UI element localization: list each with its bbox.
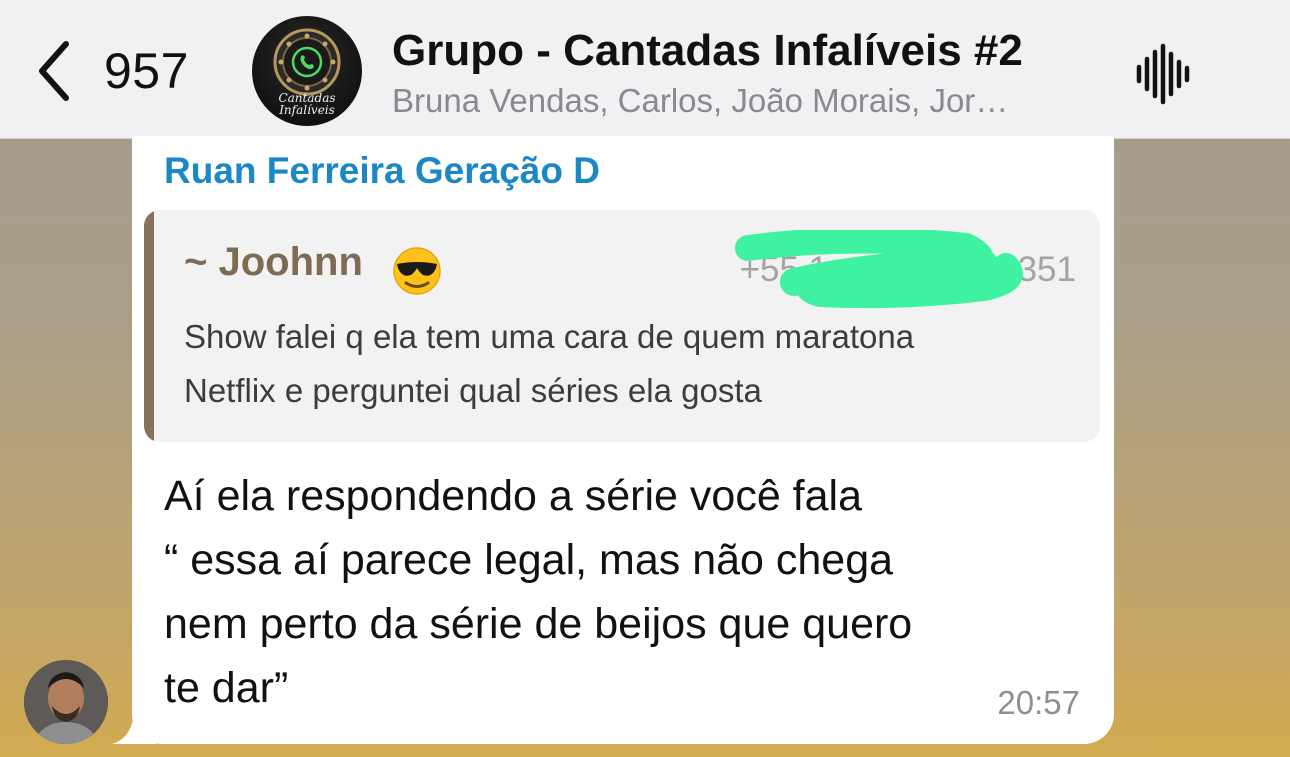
back-button[interactable]: 957 — [34, 36, 189, 106]
waveform-icon — [1136, 43, 1190, 105]
group-title[interactable]: Grupo - Cantadas Infalíveis #2 — [392, 26, 1023, 76]
quote-accent-bar — [144, 210, 154, 442]
sender-name[interactable]: Ruan Ferreira Geração D — [164, 150, 600, 192]
redaction-scribble — [735, 230, 1023, 309]
group-avatar[interactable]: Cantadas Infalíveis — [252, 16, 362, 126]
message-text: Aí ela respondendo a série você fala “ e… — [164, 472, 913, 712]
sunglasses-emoji-icon — [393, 247, 441, 295]
group-members-list[interactable]: Bruna Vendas, Carlos, João Morais, Jor… — [392, 82, 1092, 120]
chevron-left-icon — [39, 41, 69, 101]
person-photo-icon — [24, 660, 108, 744]
message-timestamp: 20:57 — [997, 684, 1080, 721]
chat-screen: 957 Cantadas Infalíveis Grupo - Cantadas… — [0, 0, 1290, 757]
group-avatar-caption: Cantadas Infalíveis — [278, 91, 336, 117]
quoted-author: ~ Joohnn — [184, 240, 363, 284]
voice-chat-button[interactable] — [1134, 42, 1194, 111]
message-bubble[interactable]: Ruan Ferreira Geração D ~ Joohnn +55 1 3… — [132, 136, 1114, 744]
sender-avatar[interactable] — [24, 660, 108, 744]
chat-header: 957 Cantadas Infalíveis Grupo - Cantadas… — [0, 0, 1290, 139]
unread-count: 957 — [104, 43, 189, 99]
quoted-message[interactable]: ~ Joohnn +55 1 351 Show falei q ela tem … — [144, 210, 1100, 442]
quoted-text: Show falei q ela tem uma cara de quem ma… — [184, 318, 915, 409]
